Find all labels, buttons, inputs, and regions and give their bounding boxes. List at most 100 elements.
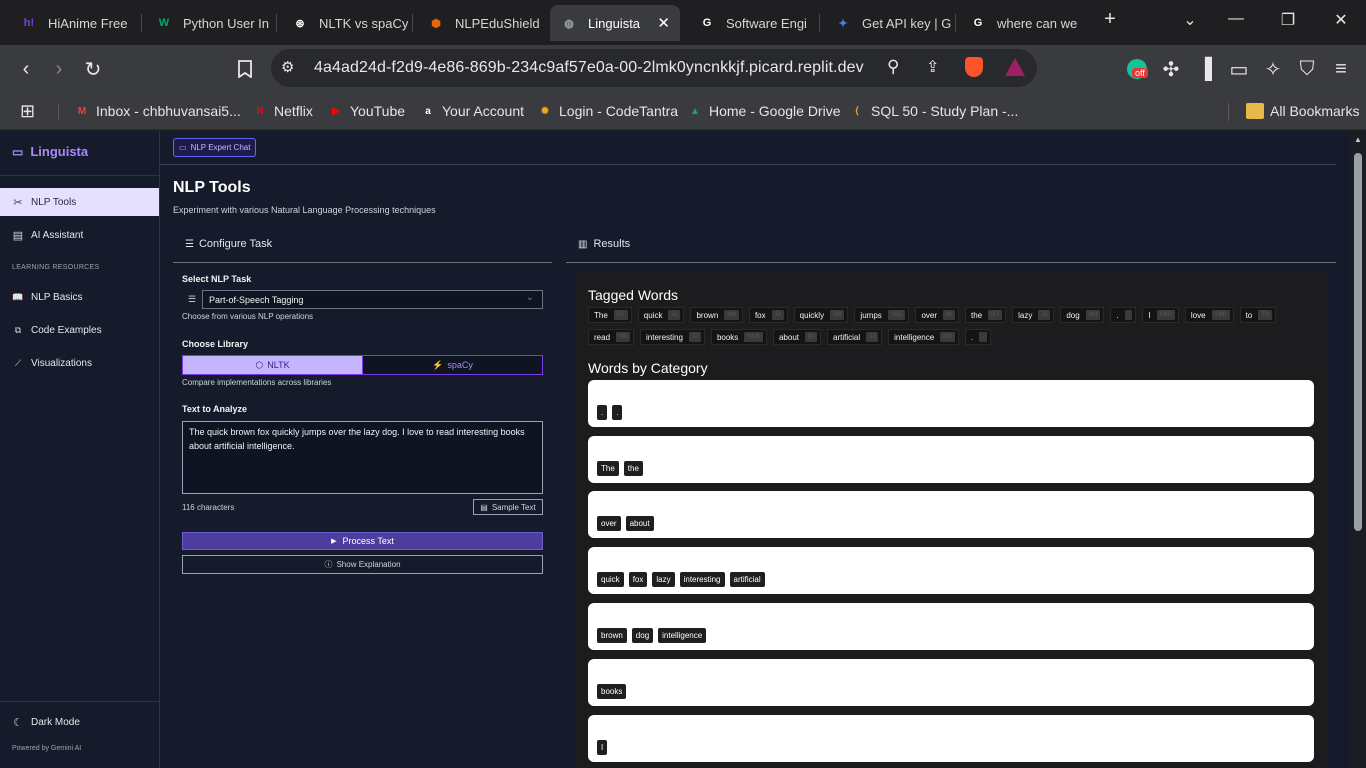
main-content: ▭ NLP Expert Chat NLP Tools Experiment w… — [160, 131, 1350, 768]
tagged-word-text: about — [778, 332, 800, 342]
page-scrollbar[interactable]: ▲ — [1350, 131, 1366, 768]
brave-shields-icon[interactable] — [965, 57, 983, 77]
menu-icon[interactable]: ≡ — [1329, 57, 1353, 81]
browser-tab[interactable]: Gwhere can we — [959, 5, 1089, 41]
brand[interactable]: ▭ Linguista — [12, 144, 88, 159]
sidebar-toggle-icon[interactable]: ▐ — [1193, 57, 1217, 81]
tagged-word-text: quick — [643, 310, 663, 320]
sidebar-item-ai-assistant[interactable]: ▤ AI Assistant — [0, 221, 159, 249]
sidebar-item-label: NLP Tools — [31, 196, 77, 208]
reload-icon[interactable]: ↻ — [81, 57, 105, 81]
tagged-word: the DT — [965, 307, 1007, 323]
brave-rewards-icon[interactable] — [1005, 58, 1025, 76]
browser-tab[interactable]: ◍ Linguista ✕ — [550, 5, 680, 41]
category-word: the — [623, 461, 643, 476]
show-explanation-button[interactable]: ⓘ Show Explanation — [182, 555, 543, 574]
tab-title: Software Engi — [726, 15, 807, 31]
bookmark-icon[interactable] — [233, 57, 257, 81]
chat-bubble-icon: ▭ — [12, 144, 24, 159]
nlp-task-select[interactable]: Part-of-Speech Tagging — [202, 290, 543, 309]
bookmark-label: YouTube — [350, 103, 406, 119]
restore-button[interactable]: ❐ — [1276, 10, 1300, 30]
sidebar-item-code-examples[interactable]: ⧉ Code Examples — [0, 316, 159, 344]
wallet-icon[interactable]: ▭ — [1227, 57, 1251, 81]
apps-grid-icon[interactable]: ⊞ — [20, 100, 35, 122]
bookmark-item[interactable]: ⟨ SQL 50 - Study Plan -... — [849, 100, 1018, 122]
tagged-word: artificial JJ — [827, 329, 883, 345]
moon-icon: ☾ — [13, 716, 23, 729]
tagged-word: quick JJ — [637, 307, 685, 323]
tagged-word: over IN — [915, 307, 959, 323]
library-toggle: ⬡ NLTK ⚡ spaCy — [182, 355, 543, 375]
new-tab-button[interactable]: + — [1098, 8, 1122, 31]
tagged-word: brown NN — [690, 307, 743, 323]
library-option-nltk[interactable]: ⬡ NLTK — [183, 356, 362, 374]
sidebar-item-visualizations[interactable]: ⟋ Visualizations — [0, 349, 159, 377]
minimize-button[interactable]: — — [1224, 10, 1248, 28]
text-to-analyze-input[interactable]: The quick brown fox quickly jumps over t… — [182, 421, 543, 494]
library-option-spacy[interactable]: ⚡ spaCy — [362, 356, 542, 374]
tagged-word: read VB — [588, 329, 635, 345]
sidebar-item-label: Visualizations — [31, 357, 92, 369]
browser-tab[interactable]: G Software Engi — [688, 5, 816, 41]
browser-tab[interactable]: ⬢ NLPEduShield — [417, 5, 543, 41]
nlp-expert-chat-button[interactable]: ▭ NLP Expert Chat — [173, 138, 257, 157]
tagged-word: lazy JJ — [1012, 307, 1055, 323]
back-arrow-icon[interactable]: ‹ — [14, 57, 38, 81]
extensions-puzzle-icon[interactable]: ✣ — [1159, 57, 1183, 81]
forward-arrow-icon[interactable]: › — [47, 57, 71, 81]
close-tab-icon[interactable]: ✕ — [657, 14, 670, 32]
leo-ai-icon[interactable]: ✧ — [1261, 57, 1285, 81]
sample-text-button[interactable]: ▤ Sample Text — [473, 499, 543, 515]
scrollbar-thumb[interactable] — [1354, 153, 1362, 531]
tagged-word: quickly RB — [793, 307, 849, 323]
gemini-icon: ✦ — [838, 17, 848, 30]
process-text-button[interactable]: ▶ Process Text — [182, 532, 543, 550]
browser-tab[interactable]: W Python User In — [145, 5, 273, 41]
bookmark-item[interactable]: N Netflix — [252, 100, 313, 122]
tab-search-chevron-icon[interactable]: ⌄ — [1178, 10, 1202, 30]
category-word: brown — [597, 628, 627, 643]
zoom-icon[interactable]: ⚲ — [887, 57, 899, 77]
bookmark-item[interactable]: a Your Account — [420, 100, 524, 122]
chatgpt-icon: ⊛ — [295, 17, 305, 30]
tagged-words-list: The DT quick JJ brown NN fox JJ quickly RB jumps VB… — [588, 307, 1308, 345]
url-text[interactable]: 4a4ad24d-f2d9-4e86-869b-234c9af57e0a-00-… — [314, 59, 864, 77]
bookmark-item[interactable]: ▶ YouTube — [328, 100, 405, 122]
tagged-word: about IN — [772, 329, 822, 345]
browser-tab[interactable]: ⊛ NLTK vs spaCy — [281, 5, 409, 41]
category-word: interesting — [679, 572, 725, 587]
bookmark-item[interactable]: ✹ Login - CodeTantra — [537, 100, 678, 122]
dark-mode-toggle[interactable]: ☾ Dark Mode — [0, 708, 159, 736]
pos-tag: . — [979, 332, 987, 342]
browser-tab[interactable]: h! HiAnime Free — [10, 5, 138, 41]
bookmark-item[interactable]: ▲ Home - Google Drive — [687, 100, 840, 122]
vpn-shield-icon[interactable]: ⛉ — [1295, 57, 1319, 81]
pos-tag: NN — [724, 310, 739, 320]
configure-divider — [173, 262, 552, 263]
tagged-word-text: read — [594, 332, 611, 342]
share-icon[interactable]: ⇪ — [926, 57, 939, 77]
extension-badge: off — [1132, 68, 1148, 78]
bookmark-item[interactable]: M Inbox - chbhuvansai5... — [74, 100, 241, 122]
book-icon: 📖 — [12, 291, 24, 302]
all-bookmarks-folder[interactable]: All Bookmarks — [1246, 100, 1359, 122]
brand-name: Linguista — [30, 144, 89, 159]
browser-tab[interactable]: ✦ Get API key | G — [824, 5, 952, 41]
tab-title: HiAnime Free — [48, 15, 128, 31]
configure-task-title: ☰ Configure Task — [185, 238, 272, 250]
site-info-icon[interactable]: ⚙ — [281, 58, 294, 76]
category-card: books — [588, 659, 1314, 706]
w3schools-icon: W — [158, 17, 170, 29]
close-window-button[interactable]: ✕ — [1329, 10, 1353, 30]
sidebar-item-nlp-tools[interactable]: ✂ NLP Tools — [0, 188, 159, 216]
browser-toolbar: ‹ › ↻ ⚙ 4a4ad24d-f2d9-4e86-869b-234c9af5… — [0, 45, 1366, 93]
tagged-word-text: interesting — [646, 332, 683, 342]
scroll-up-icon[interactable]: ▲ — [1354, 135, 1362, 144]
browser-tab-strip: h! HiAnime Free W Python User In ⊛ NLTK vs sp… — [0, 0, 1366, 45]
category-word: artificial — [729, 572, 765, 587]
powered-by: Powered by Gemini AI — [12, 745, 82, 752]
address-bar[interactable]: ⚙ 4a4ad24d-f2d9-4e86-869b-234c9af57e0a-0… — [271, 49, 1037, 87]
sidebar-item-nlp-basics[interactable]: 📖 NLP Basics — [0, 283, 159, 311]
tagged-word: interesting JJ — [640, 329, 705, 345]
